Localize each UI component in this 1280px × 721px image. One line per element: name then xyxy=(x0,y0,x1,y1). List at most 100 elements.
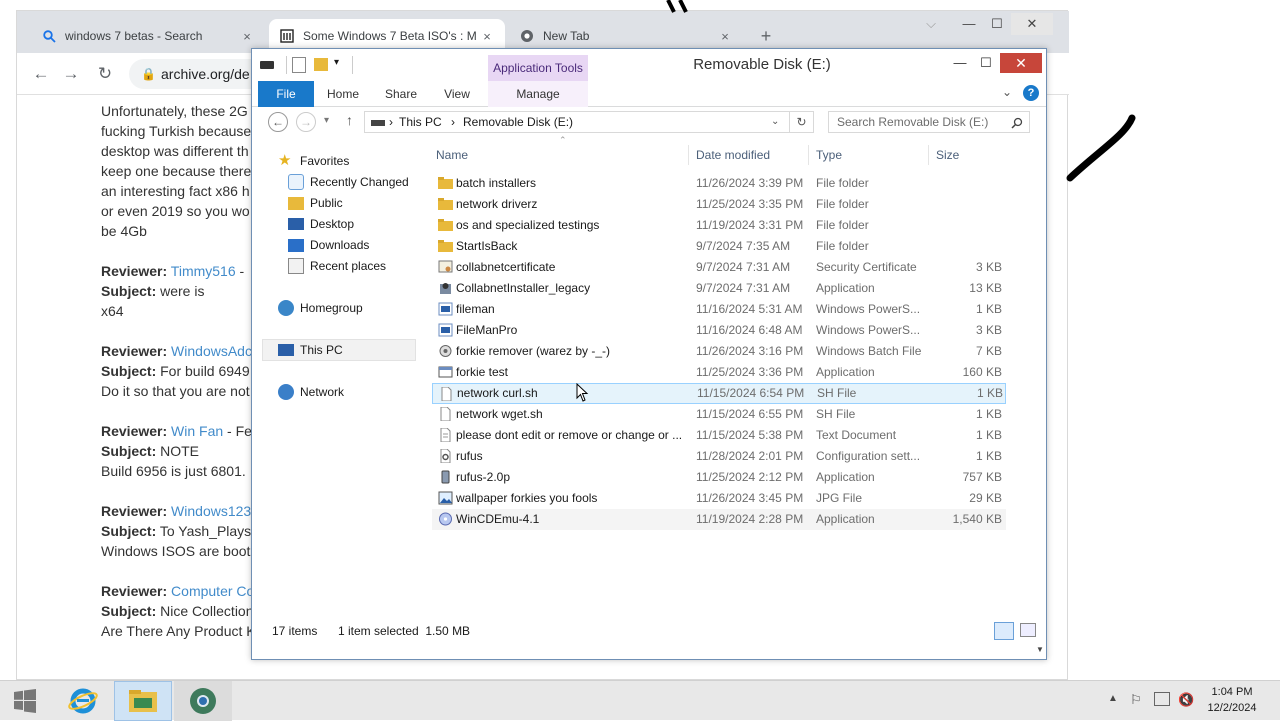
file-row[interactable]: rufus-2.0p 11/25/2024 2:12 PM Application 7… xyxy=(432,467,1006,488)
close-tab-icon[interactable]: × xyxy=(239,29,255,44)
file-name: network driverz xyxy=(456,197,538,211)
nav-homegroup[interactable]: Homegroup xyxy=(278,298,363,318)
file-row[interactable]: forkie remover (warez by -_-) 11/26/2024 … xyxy=(432,341,1006,362)
forward-button[interactable]: → xyxy=(59,63,83,85)
file-row[interactable]: fileman 11/16/2024 5:31 AM Windows PowerS.… xyxy=(432,299,1006,320)
recent-locations-icon[interactable]: ▾ xyxy=(324,115,329,126)
maximize-button[interactable]: ☐ xyxy=(974,53,998,73)
nav-recent-places[interactable]: Recent places xyxy=(288,256,386,276)
browser-tab-search[interactable]: windows 7 betas - Search × xyxy=(31,19,265,53)
customize-dropdown-icon[interactable]: ▾ xyxy=(334,57,339,68)
file-size: 1 KB xyxy=(975,407,1002,421)
column-header-type[interactable]: Type xyxy=(816,145,842,165)
expand-ribbon-icon[interactable]: ⌄ xyxy=(1002,85,1012,99)
taskbar-file-explorer[interactable] xyxy=(114,681,172,721)
start-button[interactable] xyxy=(0,681,50,721)
column-header-date[interactable]: Date modified xyxy=(696,145,770,165)
minimize-button[interactable]: — xyxy=(948,53,972,73)
file-date: 11/15/2024 6:54 PM xyxy=(697,386,805,400)
properties-icon[interactable] xyxy=(292,57,306,73)
reviewer-link[interactable]: Win Fan xyxy=(171,423,223,439)
reviewer-link[interactable]: Windows123 xyxy=(171,503,251,519)
reload-button[interactable]: ↻ xyxy=(93,63,117,85)
file-row[interactable]: collabnetcertificate 9/7/2024 7:31 AM Secu… xyxy=(432,257,1006,278)
new-folder-icon[interactable] xyxy=(314,58,328,71)
file-row[interactable]: network wget.sh 11/15/2024 6:55 PM SH File… xyxy=(432,404,1006,425)
file-row[interactable]: FileManPro 11/16/2024 6:48 AM Windows Powe… xyxy=(432,320,1006,341)
nav-desktop[interactable]: Desktop xyxy=(288,214,354,234)
network-tray-icon[interactable] xyxy=(1154,692,1170,706)
folder-icon xyxy=(438,239,453,253)
file-size: 1 KB xyxy=(975,449,1002,463)
reviewer-label: Reviewer: xyxy=(101,583,168,599)
nav-label: Downloads xyxy=(310,238,370,252)
file-row[interactable]: rufus 11/28/2024 2:01 PM Configuration set… xyxy=(432,446,1006,467)
file-row[interactable]: please dont edit or remove or change or … xyxy=(432,425,1006,446)
large-icons-view-icon[interactable] xyxy=(1020,623,1036,637)
reviewer-link[interactable]: WindowsAdc xyxy=(171,343,252,359)
tab-file[interactable]: File xyxy=(258,81,314,107)
tab-home[interactable]: Home xyxy=(318,81,368,107)
nav-downloads[interactable]: Downloads xyxy=(288,235,369,255)
address-dropdown-icon[interactable]: ⌄ xyxy=(771,112,779,132)
selection-info: 1 item selected 1.50 MB xyxy=(338,624,471,638)
file-row[interactable]: forkie test 11/25/2024 3:36 PM Application… xyxy=(432,362,1006,383)
file-row[interactable]: network driverz 11/25/2024 3:35 PM File fo… xyxy=(432,194,1006,215)
close-tab-icon[interactable]: × xyxy=(479,29,495,44)
search-input[interactable]: Search Removable Disk (E:) xyxy=(828,111,1030,133)
breadcrumb-sep: › xyxy=(389,115,393,129)
tab-search-button[interactable]: ⌵ xyxy=(913,13,949,35)
nav-recently-changed[interactable]: Recently Changed xyxy=(288,172,409,192)
file-row[interactable]: wallpaper forkies you fools 11/26/2024 3:… xyxy=(432,488,1006,509)
file-row[interactable]: WinCDEmu-4.1 11/19/2024 2:28 PM Applicatio… xyxy=(432,509,1006,530)
show-hidden-icons[interactable]: ▲ xyxy=(1108,693,1118,704)
help-icon[interactable]: ? xyxy=(1023,85,1039,101)
maximize-button[interactable]: ☐ xyxy=(979,13,1015,35)
application-tools-tab[interactable]: Application Tools xyxy=(488,55,588,81)
taskbar-chrome[interactable] xyxy=(174,681,232,721)
subject-text: For build 6949 xyxy=(156,363,250,379)
close-button[interactable]: ✕ xyxy=(1011,13,1053,35)
file-row[interactable]: network curl.sh 11/15/2024 6:54 PM SH File… xyxy=(432,383,1006,404)
close-tab-icon[interactable]: × xyxy=(717,29,733,44)
action-center-flag-icon[interactable]: ⚐ xyxy=(1130,692,1142,708)
details-view-icon[interactable] xyxy=(994,622,1014,640)
file-row[interactable]: StartIsBack 9/7/2024 7:35 AM File folder xyxy=(432,236,1006,257)
column-header-name[interactable]: Name xyxy=(436,145,468,165)
tab-manage[interactable]: Manage xyxy=(488,81,588,107)
file-name: batch installers xyxy=(456,176,537,190)
tab-share[interactable]: Share xyxy=(376,81,426,107)
close-button[interactable]: ✕ xyxy=(1000,53,1042,73)
file-date: 11/19/2024 2:28 PM xyxy=(696,512,804,526)
installer-icon xyxy=(438,281,453,295)
nav-network[interactable]: Network xyxy=(278,382,344,402)
volume-muted-icon[interactable]: 🔇 xyxy=(1178,692,1194,708)
nav-favorites[interactable]: ★ Favorites xyxy=(278,151,349,171)
nav-public[interactable]: Public xyxy=(288,193,343,213)
file-row[interactable]: os and specialized testings 11/19/2024 3:… xyxy=(432,215,1006,236)
file-name: rufus-2.0p xyxy=(456,470,511,484)
up-button[interactable]: ↑ xyxy=(346,112,353,128)
breadcrumb-this-pc[interactable]: This PC xyxy=(399,112,442,132)
document-icon xyxy=(438,407,453,421)
back-button[interactable]: ← xyxy=(29,63,53,85)
forward-button[interactable]: → xyxy=(296,112,316,132)
file-name: StartIsBack xyxy=(456,239,518,253)
reviewer-link[interactable]: Timmy516 xyxy=(171,263,236,279)
tab-view[interactable]: View xyxy=(432,81,482,107)
scroll-down-icon[interactable]: ▼ xyxy=(1036,645,1044,654)
reviewer-link[interactable]: Computer Co xyxy=(171,583,254,599)
new-tab-button[interactable]: + xyxy=(755,25,777,47)
breadcrumb-current[interactable]: Removable Disk (E:) xyxy=(463,112,573,132)
file-row[interactable]: batch installers 11/26/2024 3:39 PM File f… xyxy=(432,173,1006,194)
folder-icon xyxy=(438,197,453,211)
refresh-button[interactable]: ↻ xyxy=(790,111,814,133)
nav-this-pc[interactable]: This PC xyxy=(278,340,343,360)
back-button[interactable]: ← xyxy=(268,112,288,132)
address-box[interactable]: › This PC › Removable Disk (E:) ⌄ xyxy=(364,111,790,133)
subject-text: NOTE xyxy=(156,443,200,459)
column-header-size[interactable]: Size xyxy=(936,145,959,165)
file-row[interactable]: CollabnetInstaller_legacy 9/7/2024 7:31 A… xyxy=(432,278,1006,299)
taskbar-internet-explorer[interactable] xyxy=(54,681,112,721)
system-clock[interactable]: 1:04 PM 12/2/2024 xyxy=(1196,684,1268,716)
